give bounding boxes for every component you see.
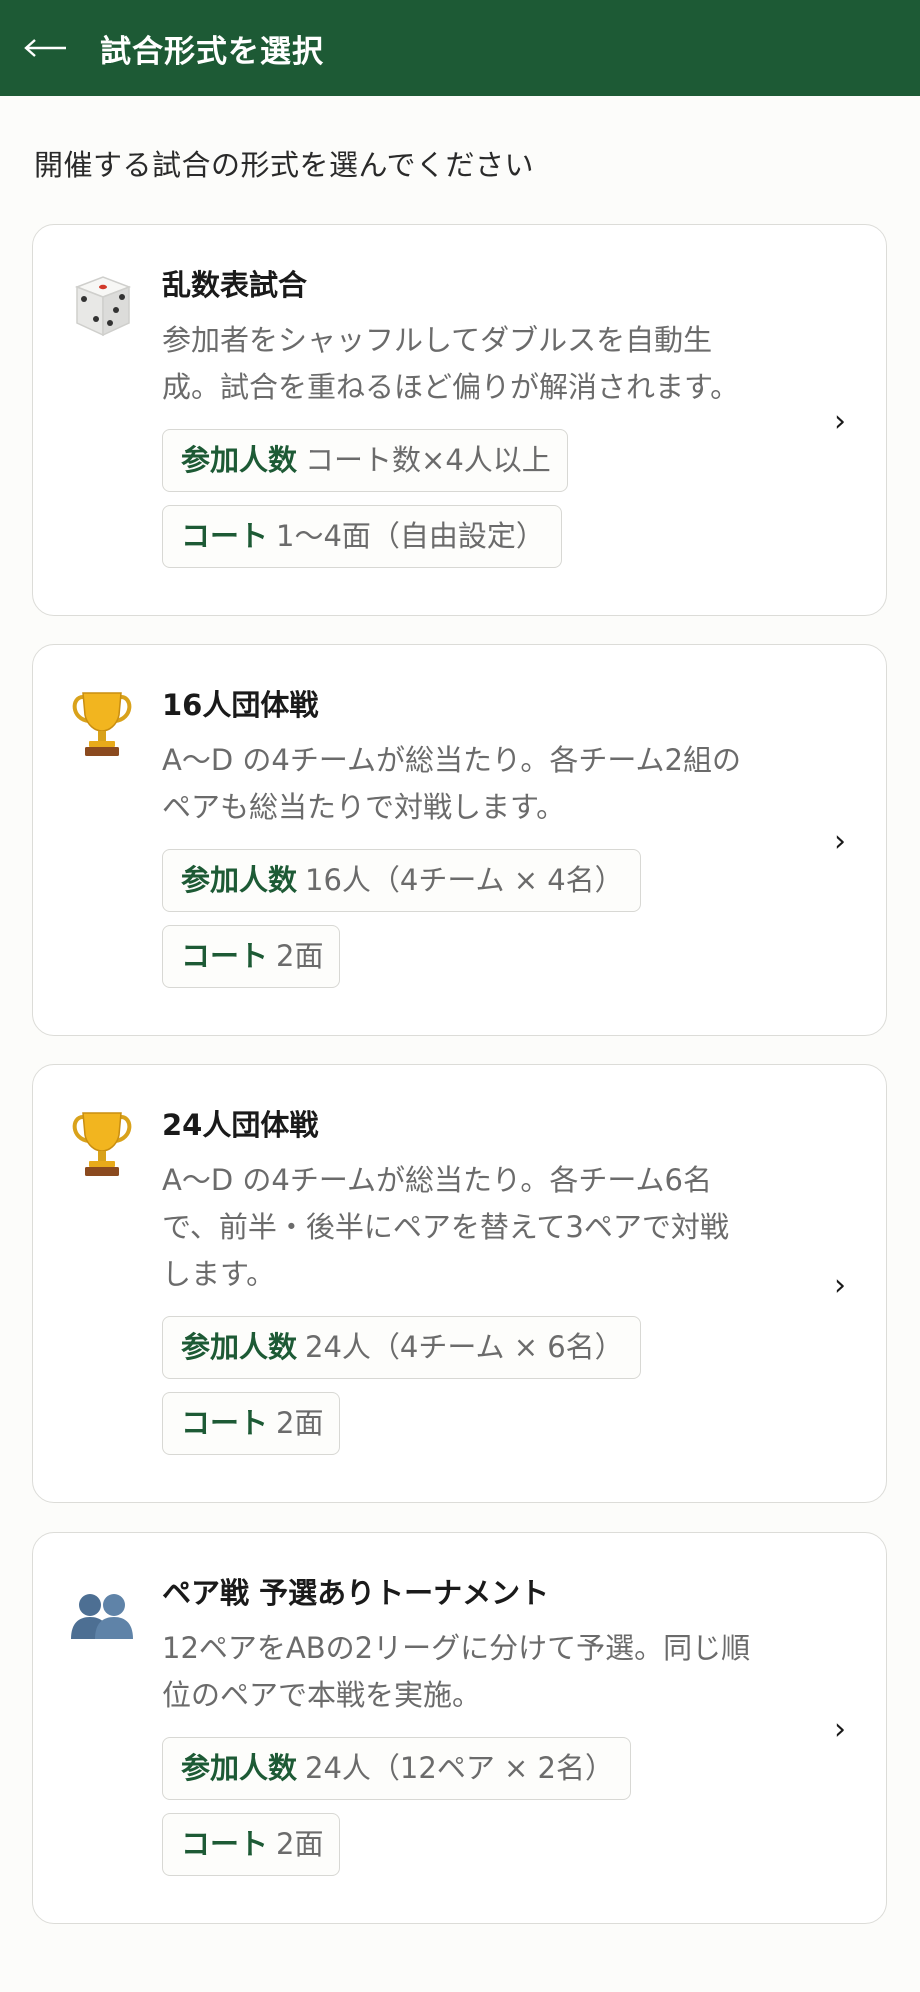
tag-key: コート xyxy=(181,939,269,973)
tag-list: 参加人数 24人（4チーム × 6名） コート 2面 xyxy=(162,1316,816,1468)
card-description: 12ペアをABの2リーグに分けて予選。同じ順 位のペアで本戦を実施。 xyxy=(162,1625,816,1719)
app-bar: 試合形式を選択 xyxy=(0,0,920,96)
card-description: A〜D の4チームが総当たり。各チーム2組の ペアも総当たりで対戦します。 xyxy=(162,737,816,831)
desc-line: A〜D の4チームが総当たり。各チーム2組の xyxy=(162,743,741,777)
tag-key: 参加人数 xyxy=(181,443,298,477)
card-content: 16人団体戦 A〜D の4チームが総当たり。各チーム2組の ペアも総当たりで対戦… xyxy=(162,683,816,1001)
tag-value: 24人（12ペア × 2名） xyxy=(305,1751,615,1785)
chevron-right-icon: › xyxy=(834,823,846,859)
intro-text: 開催する試合の形式を選んでください xyxy=(34,148,535,182)
desc-line: ペアも総当たりで対戦します。 xyxy=(162,790,566,824)
desc-line: 参加者をシャッフルしてダブルスを自動生 xyxy=(162,323,713,357)
tag-value: 1〜4面（自由設定） xyxy=(276,519,545,553)
desc-line: 成。試合を重ねるほど偏りが解消されます。 xyxy=(162,370,740,404)
chevron-right-icon: › xyxy=(834,1267,846,1303)
card-title: 16人団体戦 xyxy=(162,688,319,722)
card-content: ペア戦 予選ありトーナメント 12ペアをABの2リーグに分けて予選。同じ順 位の… xyxy=(162,1571,816,1889)
tag-list: 参加人数 16人（4チーム × 4名） コート 2面 xyxy=(162,849,816,1001)
tag-list: 参加人数 コート数×4人以上 コート 1〜4面（自由設定） xyxy=(162,429,816,581)
tag-value: 2面 xyxy=(276,1406,324,1440)
card-description: 参加者をシャッフルしてダブルスを自動生 成。試合を重ねるほど偏りが解消されます。 xyxy=(162,317,816,411)
players-tag: 参加人数 コート数×4人以上 xyxy=(162,429,568,492)
format-card-team16[interactable]: 16人団体戦 A〜D の4チームが総当たり。各チーム2組の ペアも総当たりで対戦… xyxy=(32,644,887,1036)
tag-value: 24人（4チーム × 6名） xyxy=(305,1330,624,1364)
tag-value: 16人（4チーム × 4名） xyxy=(305,863,624,897)
dice-icon xyxy=(69,273,135,339)
card-content: 乱数表試合 参加者をシャッフルしてダブルスを自動生 成。試合を重ねるほど偏りが解… xyxy=(162,263,816,581)
tag-key: コート xyxy=(181,1406,269,1440)
tag-value: 2面 xyxy=(276,1827,324,1861)
two-people-icon xyxy=(69,1583,135,1649)
tag-key: 参加人数 xyxy=(181,863,298,897)
format-card-team24[interactable]: 24人団体戦 A〜D の4チームが総当たり。各チーム6名 で、前半・後半にペアを… xyxy=(32,1064,887,1503)
page-title: 試合形式を選択 xyxy=(100,33,324,70)
card-title: ペア戦 予選ありトーナメント xyxy=(162,1576,550,1610)
desc-line: A〜D の4チームが総当たり。各チーム6名 xyxy=(162,1163,712,1197)
courts-tag: コート 2面 xyxy=(162,1813,341,1876)
card-title: 乱数表試合 xyxy=(162,268,308,302)
players-tag: 参加人数 24人（12ペア × 2名） xyxy=(162,1737,632,1800)
back-button[interactable] xyxy=(24,0,100,96)
desc-line: で、前半・後半にペアを替えて3ペアで対戦 xyxy=(162,1210,729,1244)
arrow-left-icon xyxy=(24,39,66,57)
tag-value: 2面 xyxy=(276,939,324,973)
chevron-right-icon: › xyxy=(834,1711,846,1747)
chevron-right-icon: › xyxy=(834,403,846,439)
card-title: 24人団体戦 xyxy=(162,1108,319,1142)
format-card-pair-tournament[interactable]: ペア戦 予選ありトーナメント 12ペアをABの2リーグに分けて予選。同じ順 位の… xyxy=(32,1532,887,1924)
tag-key: 参加人数 xyxy=(181,1330,298,1364)
desc-line: します。 xyxy=(162,1257,276,1291)
tag-key: コート xyxy=(181,519,269,553)
players-tag: 参加人数 16人（4チーム × 4名） xyxy=(162,849,641,912)
tag-list: 参加人数 24人（12ペア × 2名） コート 2面 xyxy=(162,1737,816,1889)
courts-tag: コート 2面 xyxy=(162,1392,341,1455)
tag-value: コート数×4人以上 xyxy=(305,443,551,477)
format-card-random[interactable]: 乱数表試合 参加者をシャッフルしてダブルスを自動生 成。試合を重ねるほど偏りが解… xyxy=(32,224,887,616)
courts-tag: コート 2面 xyxy=(162,925,341,988)
tag-key: 参加人数 xyxy=(181,1751,298,1785)
tag-key: コート xyxy=(181,1827,269,1861)
desc-line: 12ペアをABの2リーグに分けて予選。同じ順 xyxy=(162,1631,751,1665)
desc-line: 位のペアで本戦を実施。 xyxy=(162,1678,482,1712)
trophy-icon xyxy=(69,1109,135,1176)
courts-tag: コート 1〜4面（自由設定） xyxy=(162,505,562,568)
card-content: 24人団体戦 A〜D の4チームが総当たり。各チーム6名 で、前半・後半にペアを… xyxy=(162,1103,816,1468)
trophy-icon xyxy=(69,689,135,756)
players-tag: 参加人数 24人（4チーム × 6名） xyxy=(162,1316,641,1379)
card-description: A〜D の4チームが総当たり。各チーム6名 で、前半・後半にペアを替えて3ペアで… xyxy=(162,1157,816,1298)
